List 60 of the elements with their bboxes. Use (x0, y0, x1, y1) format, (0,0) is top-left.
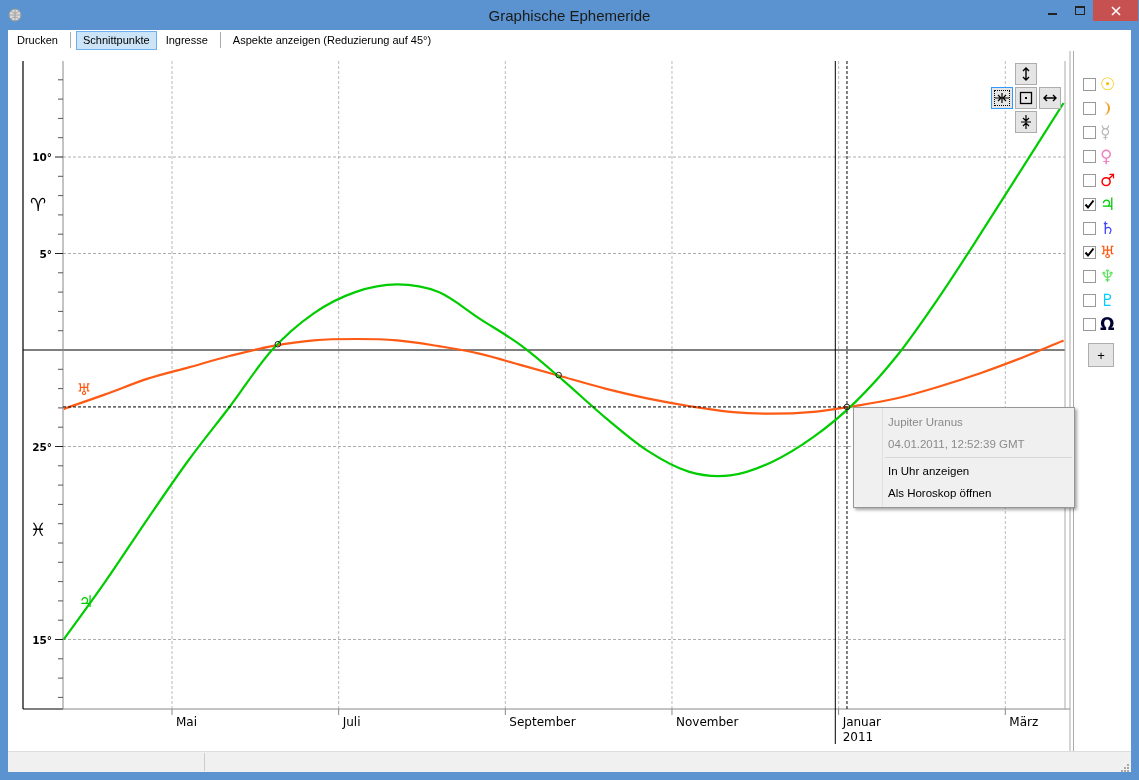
planet-symbol: ♆ (1100, 267, 1116, 286)
arrows-icon (1019, 115, 1033, 130)
resize-grip-icon (1119, 762, 1129, 772)
menu-item[interactable]: Als Horoskop öffnen (856, 482, 1072, 505)
checkbox[interactable] (1083, 221, 1096, 235)
checkbox[interactable] (1083, 77, 1096, 91)
axis-label: 25° (32, 440, 52, 453)
zoom-button[interactable] (1015, 111, 1037, 134)
planet-symbol: ♀ (1100, 147, 1113, 166)
intersection-marker (274, 341, 282, 348)
planet-symbol: ♅ (76, 380, 92, 400)
zoom-button[interactable] (991, 87, 1013, 110)
arrows-icon (995, 91, 1009, 106)
planet-symbol: ♅ (1100, 243, 1116, 262)
zodiac-symbol: ♓ (29, 519, 47, 541)
center-icon (1019, 91, 1033, 106)
toolbar-button[interactable]: Drucken (10, 30, 65, 50)
zoom-button[interactable] (1015, 87, 1037, 110)
planet-symbol: ☿ (1100, 123, 1111, 142)
menu-item[interactable]: In Uhr anzeigen (856, 460, 1072, 483)
globe-icon (8, 7, 22, 22)
checkbox[interactable] (1083, 293, 1096, 307)
checkbox[interactable] (1083, 149, 1096, 163)
axis-label: 15° (32, 633, 52, 646)
planet-symbol: ☉ (1100, 75, 1116, 94)
maximize-icon (1074, 5, 1085, 16)
toolbar-button[interactable]: Schnittpunkte (75, 30, 157, 50)
planet-symbol: Ω (1100, 315, 1115, 334)
toolbar-button[interactable]: Ingresse (158, 30, 215, 50)
checkbox[interactable] (1083, 101, 1096, 115)
axis-label: März (1009, 715, 1039, 730)
menu-header: Jupiter Uranus (887, 415, 964, 431)
axis-label: 10° (32, 151, 52, 164)
zodiac-symbol: ♈ (29, 194, 47, 216)
checkbox[interactable] (1083, 245, 1096, 259)
planet-symbol: ♂ (1100, 171, 1116, 190)
toolbar-button[interactable]: Aspekte anzeigen (Reduzierung auf 45°) (225, 30, 439, 50)
zoom-button[interactable] (1039, 87, 1061, 110)
window-title: Graphische Ephemeride (488, 7, 651, 24)
close-icon (1110, 5, 1121, 16)
checkbox[interactable] (1083, 317, 1096, 331)
menu-header: 04.01.2011, 12:52:39 GMT (887, 437, 1026, 453)
add-button[interactable]: + (1088, 343, 1114, 368)
axis-label: Juli (342, 715, 361, 730)
close-button[interactable] (1093, 0, 1138, 21)
axis-label: Mai (176, 715, 198, 730)
axis-label: Januar 2011 (842, 715, 882, 745)
axis-label: September (509, 715, 576, 730)
checkbox[interactable] (1083, 173, 1096, 187)
planet-symbol: ♄ (1100, 219, 1116, 238)
axis-label: November (676, 715, 739, 730)
intersection-marker (555, 372, 562, 379)
checkbox[interactable] (1083, 197, 1096, 211)
checkbox[interactable] (1083, 125, 1096, 139)
axis-label: 5° (39, 247, 52, 260)
planet-symbol: ♃ (1100, 195, 1116, 214)
minimize-icon (1048, 13, 1057, 15)
checkbox[interactable] (1083, 269, 1096, 283)
planet-symbol: ♇ (1100, 291, 1116, 310)
zoom-button[interactable] (1015, 63, 1037, 86)
